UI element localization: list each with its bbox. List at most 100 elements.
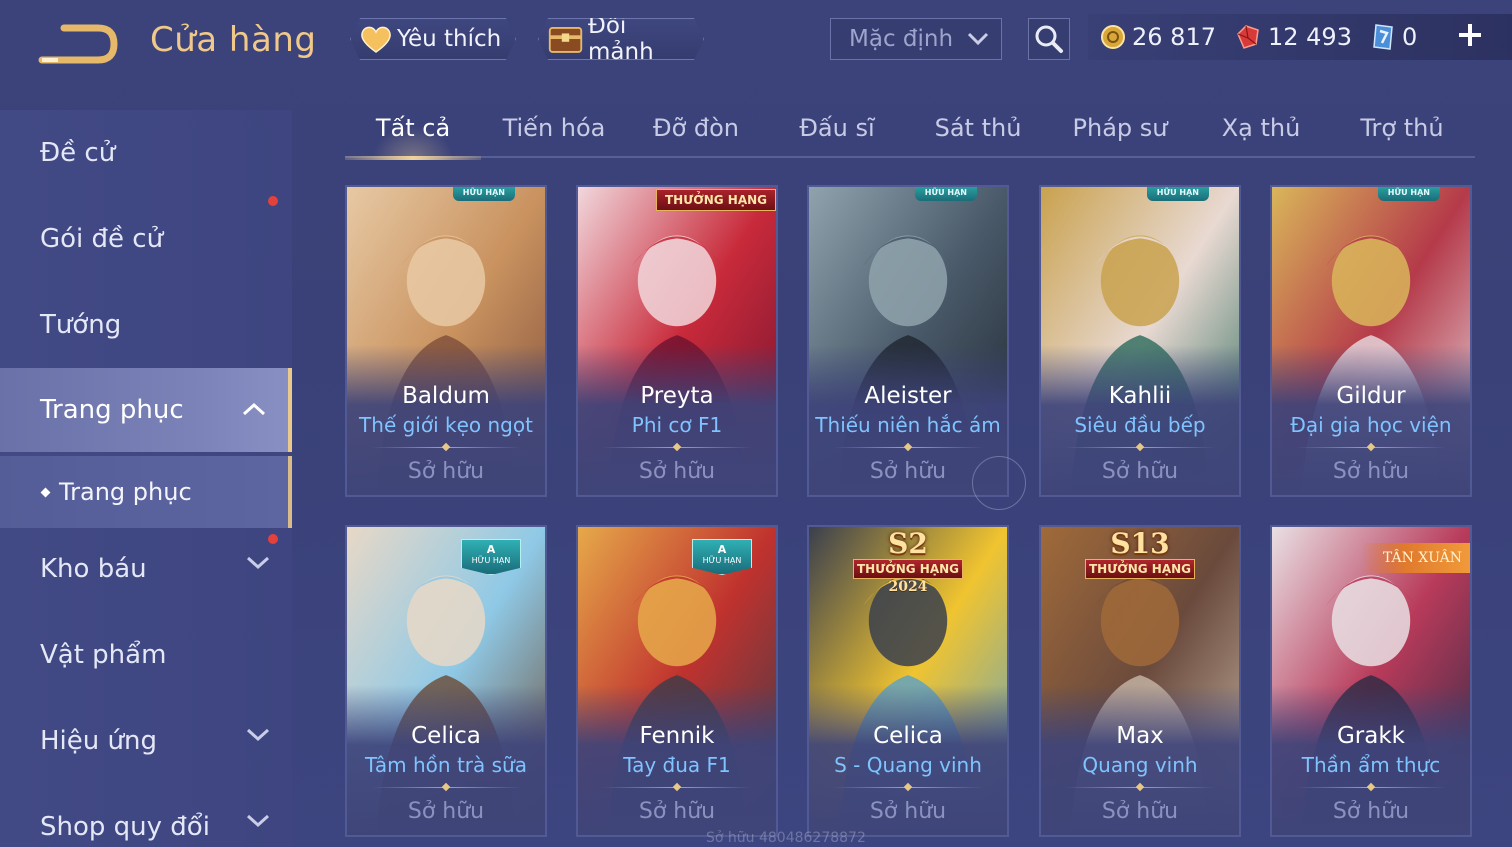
season-badge: S2 THƯỞNG HẠNG 2024 <box>853 529 963 595</box>
search-button[interactable] <box>1028 18 1070 60</box>
tab-tank[interactable]: Đỡ đòn <box>628 114 764 158</box>
skin-name: Thiếu niên hắc ám <box>815 413 1001 437</box>
ruby-icon <box>1237 25 1259 49</box>
sidebar-item-label: Trang phục <box>40 395 184 425</box>
add-currency-button[interactable] <box>1456 20 1484 56</box>
grade-a-limited-badge: A HỮU HẠN <box>461 539 521 575</box>
hero-name: Gildur <box>1336 383 1406 409</box>
sidebar-item-heroes[interactable]: Tướng <box>0 286 292 364</box>
tab-support[interactable]: Trợ thủ <box>1334 114 1470 158</box>
exchange-shards-label: Đổi mảnh <box>588 13 654 65</box>
sidebar-item-label: Shop quy đổi <box>40 812 210 842</box>
tab-all[interactable]: Tất cả <box>345 114 481 160</box>
search-icon <box>1035 25 1063 53</box>
sidebar-item-exchange-shop[interactable]: Shop quy đổi <box>0 788 292 847</box>
skin-card[interactable]: Preyta Phi cơ F1 Sở hữu THƯỞNG HẠNG <box>576 185 778 497</box>
limited-badge: HỮU HẠN <box>914 187 977 201</box>
sidebar-item-recommended[interactable]: Đề cử <box>0 114 292 192</box>
voucher-amount: 0 <box>1401 23 1418 51</box>
sidebar-item-effects[interactable]: Hiệu ứng <box>0 702 292 780</box>
hero-name: Celica <box>873 723 943 749</box>
hero-name: Aleister <box>864 383 952 409</box>
tab-label: Tiến hóa <box>502 114 606 142</box>
skin-name: Siêu đầu bếp <box>1074 413 1206 437</box>
tab-label: Tất cả <box>375 114 451 142</box>
role-tabs: Tất cả Tiến hóa Đỡ đòn Đấu sĩ Sát thủ Ph… <box>345 108 1475 160</box>
ruby-amount: 12 493 <box>1267 23 1352 51</box>
sidebar-item-label: Gói đề cử <box>40 224 164 254</box>
hero-name: Kahlii <box>1108 383 1172 409</box>
skin-card[interactable]: Gildur Đại gia học viện Sở hữu HỮU HẠN <box>1270 185 1472 497</box>
card-divider <box>1065 787 1215 788</box>
tab-label: Đấu sĩ <box>799 114 875 142</box>
badge-text: HỮU HẠN <box>702 556 742 565</box>
limited-badge: HỮU HẠN <box>452 187 515 201</box>
sidebar-item-items[interactable]: Vật phẩm <box>0 616 292 694</box>
gold-currency: 26 817 <box>1100 23 1216 51</box>
sidebar-item-label: Hiệu ứng <box>40 726 157 756</box>
tab-mage[interactable]: Pháp sư <box>1052 114 1188 158</box>
back-arrow-icon <box>38 24 118 64</box>
skin-card[interactable]: Baldum Thế giới kẹo ngọt Sở hữu HỮU HẠN <box>345 185 547 497</box>
skin-card[interactable]: Aleister Thiếu niên hắc ám Sở hữu HỮU HẠN <box>807 185 1009 497</box>
back-button[interactable] <box>38 22 118 66</box>
tab-marksman[interactable]: Xạ thủ <box>1193 114 1329 158</box>
sidebar-item-bundles[interactable]: Gói đề cử <box>0 196 292 278</box>
sort-dropdown[interactable]: Mặc định <box>830 18 1002 60</box>
tab-fighter[interactable]: Đấu sĩ <box>769 114 905 158</box>
owned-status: Sở hữu <box>1332 459 1410 484</box>
skin-name: Tâm hồn trà sữa <box>365 753 527 777</box>
skin-card[interactable]: Max Quang vinh Sở hữu S13 THƯỞNG HẠNG <box>1039 525 1241 837</box>
card-divider <box>602 787 752 788</box>
exchange-shards-button[interactable]: Đổi mảnh <box>538 18 704 60</box>
page-title: Cửa hàng <box>150 20 317 60</box>
ruby-currency: 12 493 <box>1234 23 1352 51</box>
tab-label: Pháp sư <box>1072 114 1168 142</box>
sidebar-item-treasure[interactable]: Kho báu <box>0 530 292 608</box>
sidebar-item-skins[interactable]: Trang phục <box>0 368 292 452</box>
owned-status: Sở hữu <box>407 459 485 484</box>
favorite-button[interactable]: Yêu thích <box>350 18 516 60</box>
notification-dot <box>268 534 278 544</box>
skin-name: S - Quang vinh <box>834 753 982 777</box>
chevron-down-icon <box>246 728 270 742</box>
owned-status: Sở hữu <box>1332 799 1410 824</box>
owned-status: Sở hữu <box>869 799 947 824</box>
tab-label: Trợ thủ <box>1360 114 1444 142</box>
owned-status: Sở hữu <box>638 799 716 824</box>
rank-reward-badge: THƯỞNG HẠNG <box>655 189 776 211</box>
owned-status: Sở hữu <box>407 799 485 824</box>
card-divider <box>1296 787 1446 788</box>
skin-card[interactable]: Kahlii Siêu đầu bếp Sở hữu HỮU HẠN <box>1039 185 1241 497</box>
sidebar-subitem-label: Trang phục <box>59 478 192 506</box>
voucher-icon <box>1373 24 1393 50</box>
skin-card[interactable]: Fennik Tay đua F1 Sở hữu A HỮU HẠN <box>576 525 778 837</box>
touch-indicator <box>972 456 1026 510</box>
season-number: S13 <box>1110 527 1170 560</box>
owned-status: Sở hữu <box>638 459 716 484</box>
tab-evolution[interactable]: Tiến hóa <box>486 114 622 158</box>
skin-card[interactable]: Celica Tâm hồn trà sữa Sở hữu A HỮU HẠN <box>345 525 547 837</box>
hero-name: Max <box>1116 723 1164 749</box>
chevron-down-icon <box>246 556 270 570</box>
owned-status: Sở hữu <box>1101 459 1179 484</box>
rank-reward-label: THƯỞNG HẠNG <box>853 559 963 579</box>
skin-card[interactable]: Celica S - Quang vinh Sở hữu S2 THƯỞNG HẠNG 2… <box>807 525 1009 837</box>
skin-name: Tay đua F1 <box>623 753 731 777</box>
heart-icon <box>359 24 393 54</box>
card-divider <box>1296 447 1446 448</box>
card-divider <box>833 787 983 788</box>
sidebar-subitem-skins[interactable]: Trang phục <box>0 456 292 528</box>
tab-assassin[interactable]: Sát thủ <box>910 114 1046 158</box>
treasure-chest-icon <box>547 21 584 57</box>
notification-dot <box>268 196 278 206</box>
rank-reward-label: THƯỞNG HẠNG <box>1085 559 1195 579</box>
skin-card[interactable]: Grakk Thần ẩm thực Sở hữu TÂN XUÂN <box>1270 525 1472 837</box>
sidebar-item-label: Vật phẩm <box>40 640 167 670</box>
bullet-icon <box>40 487 51 497</box>
skin-name: Phi cơ F1 <box>631 413 723 437</box>
limited-badge: HỮU HẠN <box>1146 187 1209 201</box>
card-divider <box>1065 447 1215 448</box>
card-divider <box>371 787 521 788</box>
skin-name: Đại gia học viện <box>1290 413 1452 437</box>
